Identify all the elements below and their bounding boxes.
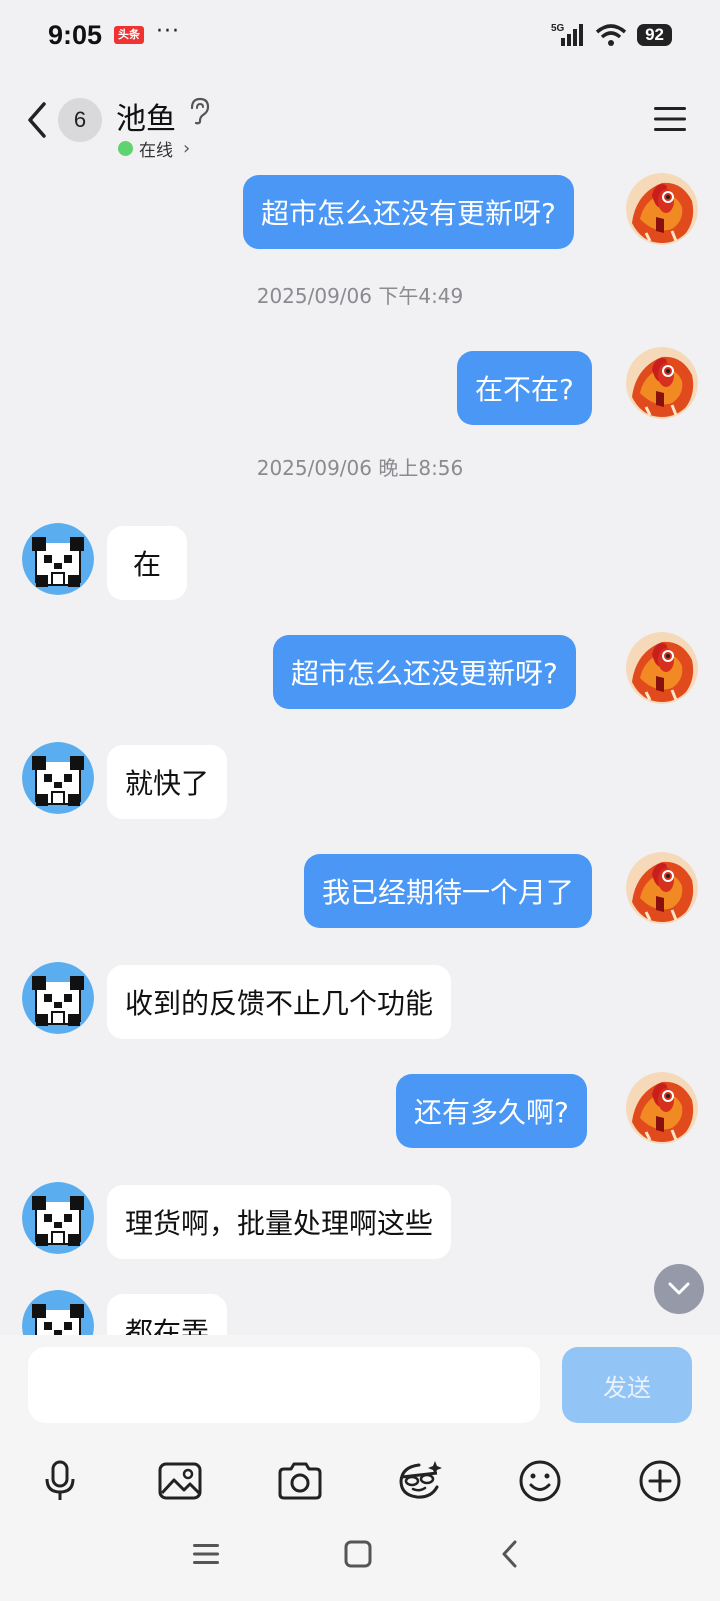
send-button[interactable]: 发送 [562, 1347, 692, 1423]
contact-avatar[interactable] [22, 523, 94, 595]
more-actions-button[interactable] [634, 1455, 686, 1507]
contact-name[interactable]: 池鱼 [116, 94, 176, 138]
my-avatar[interactable] [626, 347, 698, 419]
message-bubble-incoming[interactable]: 理货啊，批量处理啊这些 [107, 1185, 452, 1259]
message-bubble-outgoing[interactable]: 在不在? [457, 351, 592, 425]
composer-toolbar [0, 1445, 720, 1515]
message-bubble-outgoing[interactable]: 我已经期待一个月了 [304, 854, 593, 928]
menu-lines-icon [193, 1544, 219, 1564]
home-button[interactable] [338, 1534, 378, 1574]
message-list[interactable]: 超市怎么还没有更新呀? 2025/09/06 下午4:49 在不在? 2025/… [0, 170, 720, 1335]
message-bubble-outgoing[interactable]: 还有多久啊? [396, 1074, 587, 1148]
voice-button[interactable] [34, 1455, 86, 1507]
chevron-down-icon [668, 1282, 690, 1295]
gallery-button[interactable] [154, 1455, 206, 1507]
contact-avatar[interactable] [22, 1290, 94, 1335]
app-notification-icon: 头条 [114, 26, 145, 44]
square-icon [344, 1540, 372, 1568]
chat-header: 6 池鱼 在线 › [0, 80, 720, 170]
message-timestamp: 2025/09/06 晚上8:56 [256, 456, 464, 480]
online-status-label: 在线 [139, 141, 173, 161]
contact-avatar[interactable] [22, 742, 94, 814]
microphone-icon [45, 1460, 75, 1500]
contact-avatar[interactable] [22, 1182, 94, 1254]
scroll-to-bottom-button[interactable] [654, 1264, 704, 1314]
my-avatar[interactable] [626, 1072, 698, 1144]
unread-count-badge[interactable]: 6 [58, 98, 102, 142]
message-bubble-outgoing[interactable]: 超市怎么还没更新呀? [273, 635, 576, 709]
battery-indicator: 92 [637, 24, 672, 46]
plus-icon [639, 1460, 681, 1502]
online-status[interactable]: 在线 › [118, 136, 190, 161]
message-input[interactable] [28, 1347, 540, 1423]
ear-icon[interactable] [186, 96, 212, 126]
message-bubble-incoming[interactable]: 收到的反馈不止几个功能 [107, 965, 452, 1039]
chevron-left-icon [502, 1540, 517, 1568]
message-bubble-outgoing[interactable]: 超市怎么还没有更新呀? [243, 175, 574, 249]
emoji-icon [519, 1460, 561, 1502]
recent-apps-button[interactable] [186, 1534, 226, 1574]
more-notifications-icon: ··· [156, 18, 181, 44]
sticker-icon [399, 1461, 442, 1499]
status-bar: 9:05 头条 ··· 5G 92 [0, 0, 720, 70]
chevron-right-icon: › [183, 138, 191, 159]
camera-icon [278, 1462, 322, 1500]
network-type-label: 5G [551, 23, 565, 34]
my-avatar[interactable] [626, 173, 698, 245]
sticker-button[interactable] [394, 1455, 446, 1507]
message-bubble-incoming[interactable]: 就快了 [107, 745, 228, 819]
wifi-icon [595, 24, 627, 46]
my-avatar[interactable] [626, 632, 698, 704]
system-back-button[interactable] [490, 1534, 530, 1574]
system-nav-bar [0, 1520, 720, 1590]
back-button[interactable] [22, 98, 52, 142]
camera-button[interactable] [274, 1455, 326, 1507]
online-dot-icon [118, 141, 133, 156]
contact-avatar[interactable] [22, 962, 94, 1034]
message-bubble-incoming[interactable]: 在 [107, 526, 188, 600]
message-bubble-incoming[interactable]: 都在弄 [107, 1294, 228, 1335]
cellular-signal-icon: 5G [551, 23, 584, 46]
menu-button[interactable] [652, 104, 688, 134]
message-timestamp: 2025/09/06 下午4:49 [256, 284, 464, 308]
emoji-button[interactable] [514, 1455, 566, 1507]
image-icon [158, 1462, 202, 1500]
my-avatar[interactable] [626, 852, 698, 924]
status-time: 9:05 [48, 19, 103, 50]
